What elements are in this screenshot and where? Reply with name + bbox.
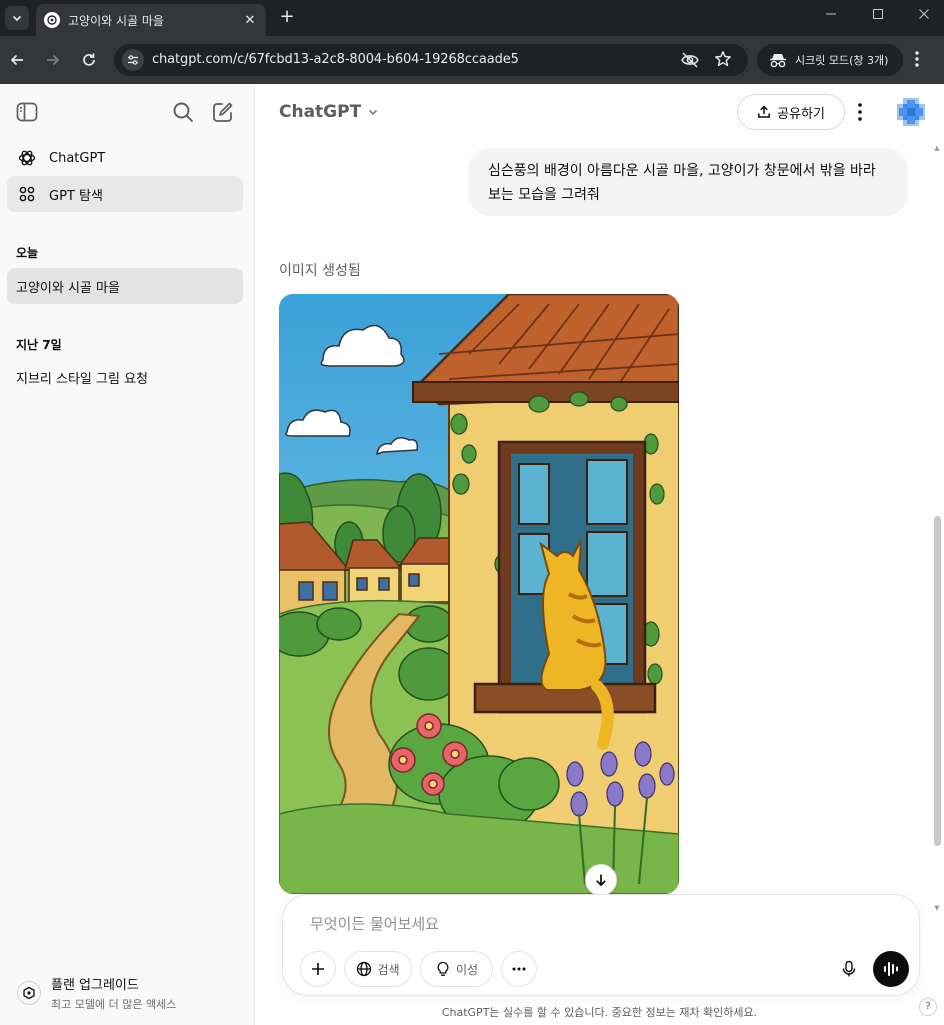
- scroll-up-arrow-icon[interactable]: ▲: [933, 144, 941, 152]
- model-name: ChatGPT: [279, 102, 362, 122]
- share-button[interactable]: 공유하기: [737, 94, 845, 130]
- user-message: 심슨풍의 배경이 아름다운 시골 마을, 고양이가 창문에서 밖을 바라보는 모…: [468, 148, 908, 216]
- new-chat-icon[interactable]: [211, 100, 235, 124]
- prompt-input[interactable]: 무엇이든 물어보세요: [310, 913, 439, 934]
- sidebar-item-label: ChatGPT: [49, 150, 106, 166]
- sidebar-item-chatgpt[interactable]: ChatGPT: [7, 140, 243, 176]
- image-status-label: 이미지 생성됨: [279, 263, 361, 279]
- voice-mode-button[interactable]: [873, 951, 909, 987]
- sidebar-item-label: GPT 탐색: [49, 188, 103, 204]
- cat-village-illustration: [279, 294, 679, 894]
- help-button[interactable]: ?: [919, 998, 937, 1016]
- tab-search-button[interactable]: [5, 6, 29, 30]
- close-icon[interactable]: ✕: [242, 13, 258, 28]
- browser-menu-icon[interactable]: [914, 50, 920, 72]
- incognito-icon: [770, 54, 786, 68]
- site-settings-icon[interactable]: [122, 49, 144, 71]
- sidebar: ChatGPT GPT 탐색 오늘 고양이와 시골 마을 지난 7일 지브리 스…: [0, 84, 255, 1025]
- eye-off-icon[interactable]: [680, 51, 700, 73]
- scrollbar-thumb[interactable]: [934, 516, 941, 846]
- more-tools-button[interactable]: [501, 951, 537, 987]
- incognito-indicator[interactable]: 시크릿 모드(창 3개): [757, 44, 903, 76]
- disclaimer: ChatGPT는 실수를 할 수 있습니다. 중요한 정보는 재차 확인하세요.: [441, 1006, 758, 1019]
- url-text: chatgpt.com/c/67fcbd13-a2c8-8004-b604-19…: [152, 52, 519, 67]
- browser-tab-active[interactable]: 고양이와 시골 마을 ✕: [36, 4, 266, 36]
- section-title-last-7-days: 지난 7일: [16, 338, 62, 352]
- plus-icon: [312, 963, 324, 975]
- ellipsis-icon: [512, 967, 526, 971]
- arrow-down-icon: [596, 874, 606, 887]
- maximize-icon[interactable]: [868, 8, 888, 24]
- address-field[interactable]: chatgpt.com/c/67fcbd13-a2c8-8004-b604-19…: [114, 44, 748, 76]
- upgrade-subtitle: 최고 모델에 더 많은 액세스: [51, 998, 177, 1011]
- section-title-today: 오늘: [16, 246, 39, 260]
- search-label: 검색: [377, 962, 400, 977]
- attach-button[interactable]: [300, 951, 336, 987]
- reason-label: 이성: [455, 962, 479, 977]
- window-close-icon[interactable]: [914, 8, 934, 24]
- tab-title: 고양이와 시골 마을: [68, 13, 164, 28]
- reload-button[interactable]: [77, 48, 101, 72]
- forward-button[interactable]: [41, 48, 65, 72]
- chevron-down-icon: [12, 15, 22, 22]
- share-icon: [758, 105, 771, 118]
- search-toggle-button[interactable]: 검색: [344, 951, 412, 987]
- upgrade-title: 플랜 업그레이드: [51, 978, 139, 993]
- star-icon[interactable]: [714, 50, 732, 72]
- new-tab-button[interactable]: +: [277, 8, 297, 28]
- grid-icon: [17, 184, 37, 204]
- back-button[interactable]: [5, 48, 29, 72]
- composer: 무엇이든 물어보세요 검색 이성: [282, 894, 920, 996]
- incognito-label: 시크릿 모드(창 3개): [795, 54, 889, 67]
- main-panel: ChatGPT 공유하기 심슨풍의 배경이 아름다운 시골 마을, 고양이가 창…: [255, 84, 944, 1025]
- conversation-item[interactable]: 지브리 스타일 그림 요청: [7, 359, 243, 395]
- arrow-left-icon: [10, 54, 23, 66]
- avatar[interactable]: [895, 96, 927, 128]
- openai-logo-icon: [17, 148, 37, 168]
- sidebar-toolbar: [0, 84, 255, 140]
- reason-toggle-button[interactable]: 이성: [420, 951, 493, 987]
- lightbulb-icon: [437, 961, 449, 976]
- arrow-right-icon: [47, 54, 60, 66]
- microphone-icon: [842, 960, 856, 977]
- upgrade-icon: [17, 981, 41, 1005]
- browser-address-bar: chatgpt.com/c/67fcbd13-a2c8-8004-b604-19…: [0, 36, 944, 84]
- scroll-down-button[interactable]: [585, 864, 617, 896]
- dictate-button[interactable]: [831, 951, 867, 987]
- conversation-item-active[interactable]: 고양이와 시골 마을: [7, 268, 243, 304]
- globe-icon: [357, 961, 372, 977]
- chevron-down-icon: [369, 109, 378, 116]
- search-icon[interactable]: [171, 100, 195, 124]
- upgrade-plan-button[interactable]: 플랜 업그레이드 최고 모델에 더 많은 액세스: [7, 968, 243, 1018]
- model-selector[interactable]: ChatGPT: [279, 102, 379, 122]
- browser-tab-bar: 고양이와 시골 마을 ✕ +: [0, 0, 944, 36]
- minimize-icon[interactable]: [821, 8, 841, 24]
- scroll-down-arrow-icon[interactable]: ▼: [933, 904, 941, 912]
- chat-header: ChatGPT 공유하기: [255, 84, 944, 140]
- sidebar-toggle-icon[interactable]: [15, 100, 39, 124]
- generated-image[interactable]: [279, 294, 679, 894]
- share-label: 공유하기: [777, 106, 825, 122]
- waveform-icon: [884, 962, 898, 976]
- sidebar-item-gpt-explore[interactable]: GPT 탐색: [7, 176, 243, 212]
- openai-logo-icon: [44, 12, 60, 28]
- more-options-icon[interactable]: [857, 102, 863, 126]
- reload-icon: [83, 53, 95, 66]
